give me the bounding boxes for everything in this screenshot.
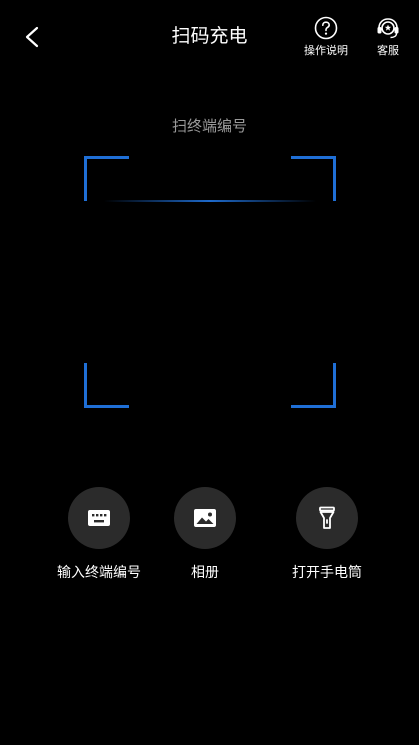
- page-title: 扫码充电: [171, 25, 248, 47]
- input-terminal-number-label: 输入终端编号: [57, 565, 141, 581]
- flashlight-circle: [296, 487, 358, 549]
- scan-line: [104, 200, 316, 202]
- flashlight-icon: [319, 506, 335, 529]
- album-button[interactable]: 相册: [145, 487, 265, 582]
- back-button[interactable]: [16, 20, 50, 54]
- scan-corner-bottom-right: [291, 363, 336, 408]
- flashlight-button[interactable]: 打开手电筒: [267, 487, 387, 582]
- scan-hint: 扫终端编号: [171, 117, 247, 135]
- scan-corner-top-right: [291, 156, 336, 201]
- scan-frame: [84, 156, 336, 408]
- chevron-left-icon: [25, 26, 39, 48]
- headset-icon: [377, 18, 399, 39]
- scan-corner-top-left: [84, 156, 129, 201]
- question-circle-icon: [314, 16, 338, 40]
- service-label: 客服: [377, 44, 399, 57]
- album-label: 相册: [191, 565, 219, 581]
- image-icon: [194, 509, 216, 527]
- input-terminal-number-circle: [68, 487, 130, 549]
- album-circle: [174, 487, 236, 549]
- flashlight-label: 打开手电筒: [292, 565, 362, 581]
- keyboard-icon: [88, 510, 110, 526]
- scan-corner-bottom-left: [84, 363, 129, 408]
- input-terminal-number-button[interactable]: 输入终端编号: [39, 487, 159, 582]
- scan-screen: 扫码充电 操作说明 客服 扫终端编号 输入终端编号 相册 打开手电筒: [0, 0, 419, 745]
- help-label: 操作说明: [304, 44, 348, 57]
- help-button[interactable]: 操作说明: [300, 16, 352, 58]
- customer-service-button[interactable]: 客服: [368, 16, 408, 58]
